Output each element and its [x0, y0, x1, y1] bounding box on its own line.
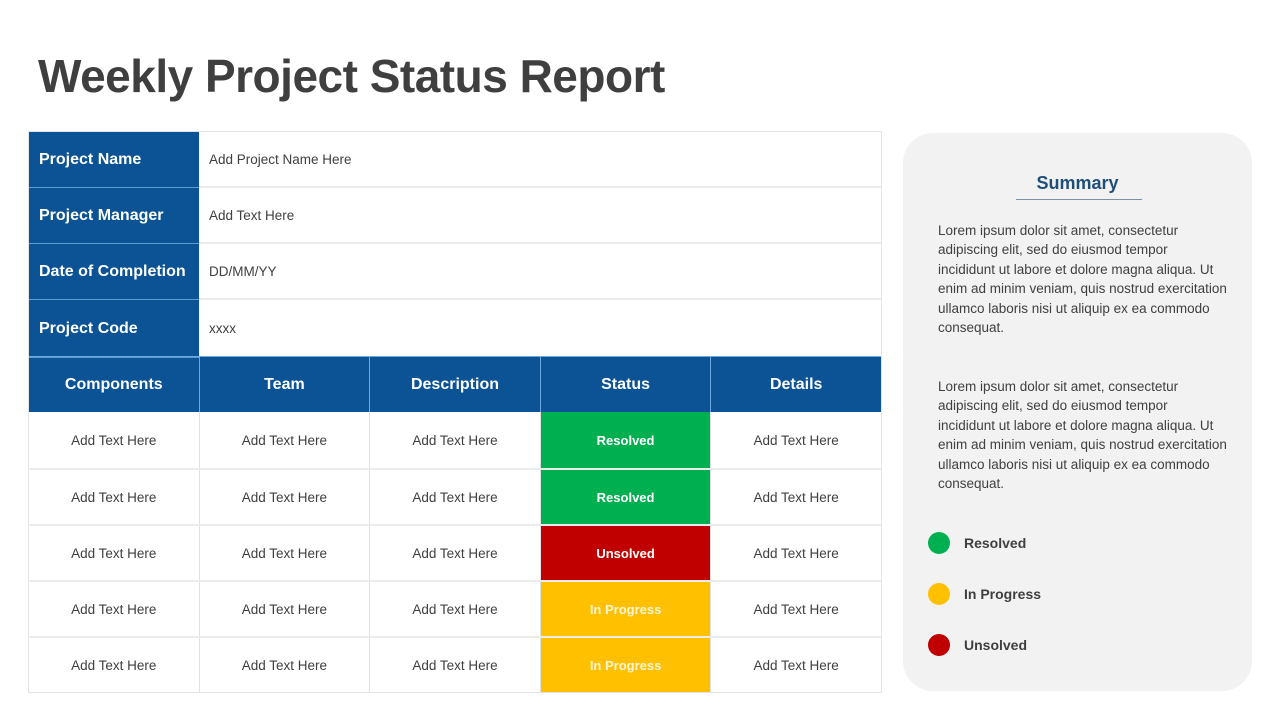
info-label: Project Name	[29, 132, 199, 188]
column-header-details: Details	[711, 356, 881, 412]
status-badge[interactable]: Resolved	[540, 470, 712, 524]
table-row: Add Text Here Add Text Here Add Text Her…	[29, 468, 881, 524]
legend-item-in-progress: In Progress	[928, 583, 1041, 605]
status-badge[interactable]: In Progress	[540, 638, 712, 692]
status-badge[interactable]: Resolved	[540, 412, 712, 468]
components-cell[interactable]: Add Text Here	[29, 638, 200, 692]
column-header-components: Components	[29, 356, 200, 412]
green-circle-icon	[928, 532, 950, 554]
red-circle-icon	[928, 634, 950, 656]
table-header: Components Team Description Status Detai…	[29, 356, 881, 412]
description-cell[interactable]: Add Text Here	[370, 638, 541, 692]
details-cell[interactable]: Add Text Here	[711, 638, 881, 692]
column-header-team: Team	[199, 356, 371, 412]
info-row-project-code: Project Code xxxx	[29, 300, 881, 358]
details-cell[interactable]: Add Text Here	[711, 582, 881, 636]
info-row-date-of-completion: Date of Completion DD/MM/YY	[29, 244, 881, 300]
date-of-completion-field[interactable]: DD/MM/YY	[199, 244, 881, 298]
project-name-field[interactable]: Add Project Name Here	[199, 132, 881, 186]
details-cell[interactable]: Add Text Here	[711, 470, 881, 524]
details-cell[interactable]: Add Text Here	[711, 526, 881, 580]
column-header-status: Status	[540, 356, 712, 412]
details-cell[interactable]: Add Text Here	[711, 412, 881, 468]
status-badge[interactable]: In Progress	[540, 582, 712, 636]
components-cell[interactable]: Add Text Here	[29, 526, 200, 580]
components-cell[interactable]: Add Text Here	[29, 582, 200, 636]
description-cell[interactable]: Add Text Here	[370, 582, 541, 636]
info-row-project-name: Project Name Add Project Name Here	[29, 132, 881, 188]
project-manager-field[interactable]: Add Text Here	[199, 188, 881, 242]
components-cell[interactable]: Add Text Here	[29, 470, 200, 524]
info-label: Date of Completion	[29, 244, 199, 300]
legend-label: In Progress	[964, 586, 1042, 602]
team-cell[interactable]: Add Text Here	[200, 582, 371, 636]
legend-item-resolved: Resolved	[928, 532, 1026, 554]
summary-paragraph[interactable]: Lorem ipsum dolor sit amet, consectetur …	[938, 377, 1228, 493]
status-badge[interactable]: Unsolved	[540, 526, 712, 580]
team-cell[interactable]: Add Text Here	[200, 638, 371, 692]
description-cell[interactable]: Add Text Here	[370, 470, 541, 524]
team-cell[interactable]: Add Text Here	[200, 412, 371, 468]
summary-title: Summary	[1036, 173, 1119, 193]
legend-item-unsolved: Unsolved	[928, 634, 1027, 656]
summary-panel: Summary Lorem ipsum dolor sit amet, cons…	[903, 133, 1252, 691]
project-code-field[interactable]: xxxx	[199, 300, 881, 356]
yellow-circle-icon	[928, 583, 950, 605]
team-cell[interactable]: Add Text Here	[200, 526, 371, 580]
legend-label: Resolved	[964, 535, 1027, 551]
page-title: Weekly Project Status Report	[38, 50, 665, 102]
legend-label: Unsolved	[964, 637, 1028, 653]
summary-title-underline	[1016, 199, 1142, 200]
table-row: Add Text Here Add Text Here Add Text Her…	[29, 636, 881, 692]
summary-paragraph[interactable]: Lorem ipsum dolor sit amet, consectetur …	[938, 221, 1228, 337]
table-row: Add Text Here Add Text Here Add Text Her…	[29, 412, 881, 468]
description-cell[interactable]: Add Text Here	[370, 526, 541, 580]
info-label: Project Code	[29, 300, 199, 358]
info-label: Project Manager	[29, 188, 199, 244]
table-row: Add Text Here Add Text Here Add Text Her…	[29, 580, 881, 636]
column-header-description: Description	[370, 356, 541, 412]
project-status-table: Project Name Add Project Name Here Proje…	[28, 131, 882, 693]
components-cell[interactable]: Add Text Here	[29, 412, 200, 468]
team-cell[interactable]: Add Text Here	[200, 470, 371, 524]
description-cell[interactable]: Add Text Here	[370, 412, 541, 468]
info-row-project-manager: Project Manager Add Text Here	[29, 188, 881, 244]
table-row: Add Text Here Add Text Here Add Text Her…	[29, 524, 881, 580]
